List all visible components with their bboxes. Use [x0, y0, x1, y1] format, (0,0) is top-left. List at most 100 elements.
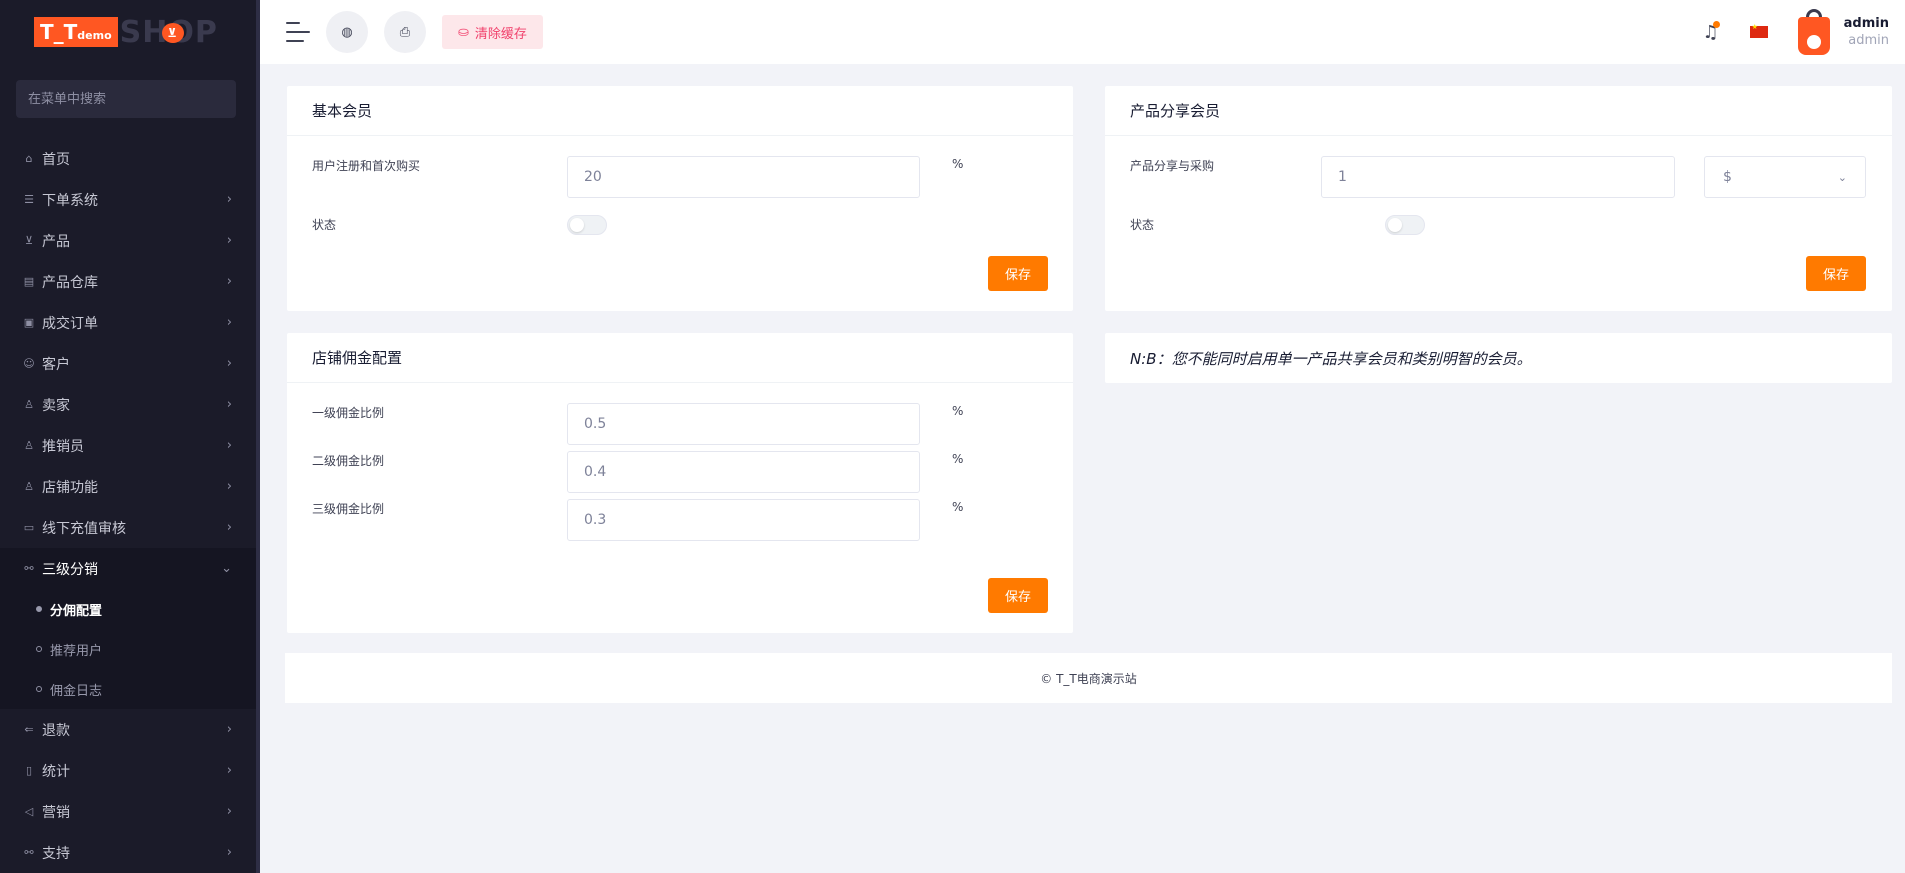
document-icon: ▯ — [25, 764, 33, 777]
product-share-card: 产品分享会员 产品分享与采购 $ ⌄ 状态 保存 — [1105, 86, 1892, 311]
commission-level-input[interactable] — [567, 403, 920, 445]
print-button[interactable]: ⎙ — [384, 11, 426, 53]
sidebar-item[interactable]: ▣ 成交订单 › — [0, 302, 260, 343]
sidebar-item-label: 统计 — [42, 763, 70, 780]
basket-icon: ⊻ — [161, 22, 184, 43]
status-label: 状态 — [312, 218, 337, 232]
sidebar-menu: ⌂ 首页 ☰ 下单系统 › ⊻ 产品 › ▤ 产品仓库 › ▣ 成交订单 › ☺ 客户 › ♙ 卖家 › ♙ 推销员 › ♙ 店… — [0, 138, 260, 873]
chevron-right-icon: › — [226, 804, 232, 819]
percent-unit: % — [952, 157, 964, 171]
link-icon: ⚯ — [24, 846, 34, 859]
submenu-item-label: 分佣配置 — [50, 603, 103, 619]
chevron-right-icon: › — [226, 356, 232, 371]
user-icon: ♙ — [24, 480, 34, 493]
sidebar-item[interactable]: ♙ 店铺功能 › — [0, 466, 260, 507]
sidebar-item[interactable]: ▭ 线下充值审核 › — [0, 507, 260, 548]
chevron-right-icon: › — [226, 233, 232, 248]
submenu-item[interactable]: 分佣配置 — [0, 589, 260, 629]
chevron-right-icon: › — [226, 274, 232, 289]
link-icon: ⚯ — [24, 562, 34, 575]
globe-button[interactable]: ◍ — [326, 11, 368, 53]
user-name: admin — [1843, 16, 1889, 31]
chevron-right-icon: › — [226, 479, 232, 494]
field-label: 用户注册和首次购买 — [312, 159, 421, 173]
sidebar-item-label: 产品仓库 — [42, 274, 98, 291]
bullet-icon — [36, 686, 42, 692]
status-toggle[interactable] — [567, 215, 607, 235]
sidebar-item[interactable]: ⚯ 支持 › — [0, 832, 260, 873]
avatar[interactable] — [1797, 9, 1830, 55]
refund-icon: ⇐ — [24, 723, 34, 736]
user-role: admin — [1848, 33, 1889, 48]
top-header: ◍ ⎙ ⛀ 清除缓存 ♫ admin admin — [260, 0, 1905, 64]
bullet-icon — [36, 606, 42, 612]
note-text: N:B：您不能同时启用单一产品共享会员和类别明智的会员。 — [1130, 350, 1532, 368]
user-icon: ♙ — [24, 398, 34, 411]
submenu-item[interactable]: 推荐用户 — [0, 629, 260, 669]
card-title: 店铺佣金配置 — [287, 333, 1073, 383]
sidebar-item[interactable]: ▤ 产品仓库 › — [0, 261, 260, 302]
user-icon: ♙ — [24, 439, 34, 452]
sidebar-item[interactable]: ♙ 推销员 › — [0, 425, 260, 466]
clear-cache-label: 清除缓存 — [474, 26, 527, 42]
sidebar-item[interactable]: ⊻ 产品 › — [0, 220, 260, 261]
status-label: 状态 — [1130, 218, 1155, 232]
chevron-right-icon: › — [226, 192, 232, 207]
commission-level-input[interactable] — [567, 451, 920, 493]
status-toggle[interactable] — [1385, 215, 1425, 235]
clear-cache-button[interactable]: ⛀ 清除缓存 — [442, 15, 543, 49]
users-icon: ☺ — [23, 357, 35, 370]
chevron-right-icon: › — [226, 763, 232, 778]
sidebar-item-active[interactable]: ⚯ 三级分销 ⌄ — [0, 548, 260, 589]
logo[interactable]: T_Tdemo SHOP⊻ — [0, 0, 260, 64]
submenu-item[interactable]: 佣金日志 — [0, 669, 260, 709]
commission-level-label: 三级佣金比例 — [312, 502, 385, 516]
sidebar-item-label: 店铺功能 — [42, 479, 98, 496]
menu-search-input[interactable] — [16, 80, 236, 118]
share-purchase-input[interactable] — [1321, 156, 1675, 198]
chevron-right-icon: › — [226, 722, 232, 737]
sidebar-item-label: 下单系统 — [42, 192, 98, 209]
chevron-right-icon: › — [226, 397, 232, 412]
printer-icon: ⎙ — [399, 24, 411, 40]
user-info[interactable]: admin admin — [1844, 16, 1889, 48]
sidebar-item-label: 首页 — [42, 151, 70, 168]
sidebar-item[interactable]: ⌂ 首页 — [0, 138, 260, 179]
percent-unit: % — [952, 452, 964, 466]
warehouse-icon: ▤ — [23, 275, 35, 288]
megaphone-icon: ◁ — [24, 805, 34, 818]
bullet-icon — [36, 646, 42, 652]
logo-brand: SHOP⊻ — [120, 15, 218, 50]
basic-member-card: 基本会员 用户注册和首次购买 % 状态 保存 — [287, 86, 1073, 311]
currency-select[interactable]: $ ⌄ — [1704, 156, 1866, 198]
chevron-right-icon: › — [226, 438, 232, 453]
commission-level-input[interactable] — [567, 499, 920, 541]
notification-badge — [1712, 21, 1720, 28]
sidebar-item[interactable]: ▯ 统计 › — [0, 750, 260, 791]
sidebar-item[interactable]: ♙ 卖家 › — [0, 384, 260, 425]
logo-mark: T_Tdemo — [34, 17, 118, 47]
sidebar-item[interactable]: ☺ 客户 › — [0, 343, 260, 384]
list-icon: ☰ — [24, 193, 34, 206]
note-card: N:B：您不能同时启用单一产品共享会员和类别明智的会员。 — [1105, 333, 1892, 383]
sidebar: T_Tdemo SHOP⊻ ⌂首页☰下单系统›⊻产品›▤产品仓库›▣成交订单›☺… — [0, 0, 260, 873]
registration-purchase-input[interactable] — [567, 156, 920, 198]
card-title: 产品分享会员 — [1105, 86, 1892, 136]
save-button[interactable]: 保存 — [988, 256, 1048, 291]
sidebar-item[interactable]: ◁ 营销 › — [0, 791, 260, 832]
language-flag-cn[interactable] — [1749, 23, 1768, 38]
sidebar-item[interactable]: ☰ 下单系统 › — [0, 179, 260, 220]
save-button[interactable]: 保存 — [1806, 256, 1866, 291]
sidebar-item-label: 营销 — [42, 804, 70, 821]
percent-unit: % — [952, 500, 964, 514]
sidebar-item-label: 成交订单 — [42, 315, 98, 332]
save-button[interactable]: 保存 — [988, 578, 1048, 613]
sidebar-item-label: 卖家 — [42, 397, 70, 414]
cache-icon: ⛀ — [458, 24, 469, 40]
cart-icon: ⊻ — [24, 234, 34, 247]
sidebar-item-label: 支持 — [42, 845, 70, 862]
notification-bell[interactable]: ♫ — [1700, 21, 1722, 43]
sidebar-item[interactable]: ⇐ 退款 › — [0, 709, 260, 750]
menu-toggle-icon[interactable] — [286, 22, 310, 42]
submenu-item-label: 推荐用户 — [50, 643, 103, 659]
